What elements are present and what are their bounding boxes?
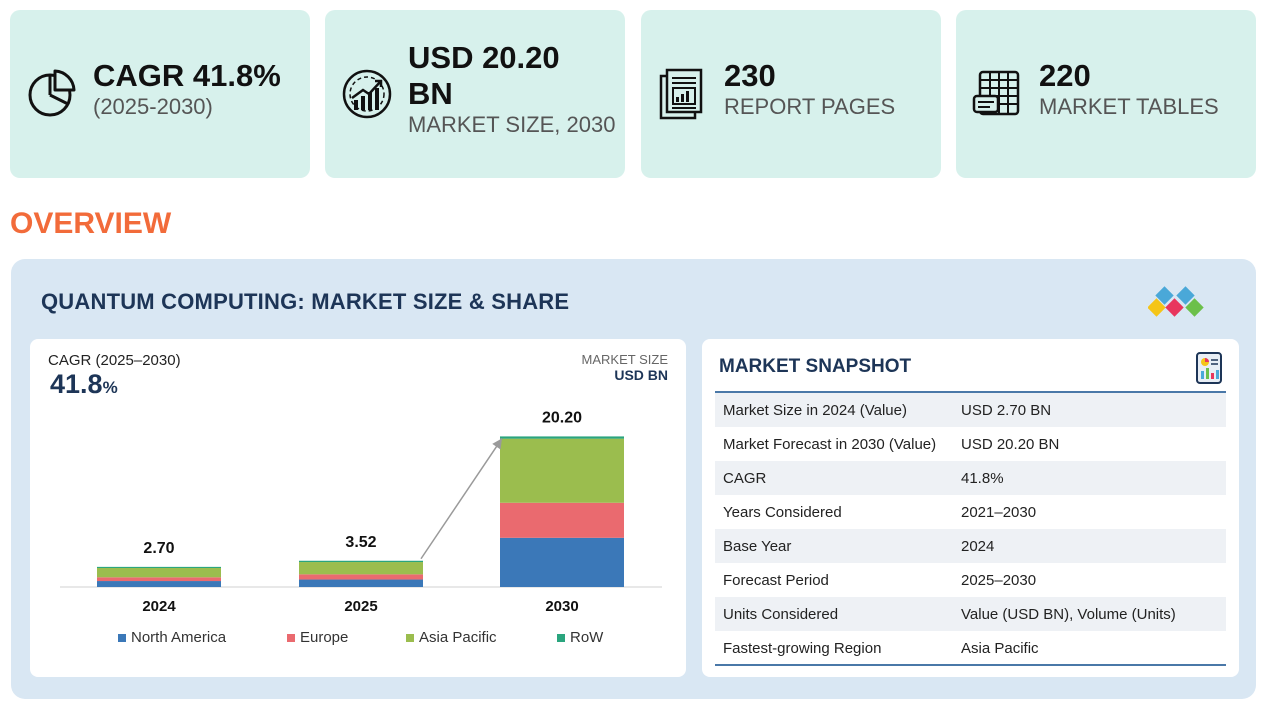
chart-legend: North America Europe Asia Pacific RoW [118,629,638,649]
table-row: Fastest-growing Region Asia Pacific [715,631,1226,665]
legend-swatch [287,633,295,642]
market-size-panel: QUANTUM COMPUTING: MARKET SIZE & SHARE C… [11,259,1256,699]
legend-item-north-america: North America [118,629,226,646]
x-tick-label-2024: 2024 [142,598,176,615]
row-key: Market Size in 2024 (Value) [723,401,907,419]
legend-swatch [557,633,565,642]
bar-segment-2025-row [299,560,423,563]
snapshot-table: Market Size in 2024 (Value) USD 2.70 BN M… [715,393,1226,665]
row-value: USD 2.70 BN [961,401,1052,419]
row-key: Units Considered [723,605,839,623]
legend-label: RoW [570,629,604,646]
market-snapshot: MARKET SNAPSHOT Market Size in 2024 (Val… [702,339,1239,677]
stat-label: (2025-2030) [93,94,213,119]
growth-chart-icon [342,69,392,119]
x-tick-label-2030: 2030 [545,598,578,615]
bar-segment-2025-asia-pacific [299,562,423,575]
row-key: Years Considered [723,503,842,521]
table-row: Years Considered 2021–2030 [715,495,1226,529]
stat-card-cagr: CAGR 41.8% (2025-2030) [10,10,310,178]
table-row: Base Year 2024 [715,529,1226,563]
row-value: USD 20.20 BN [961,435,1060,453]
stat-card-report-pages: 230 REPORT PAGES [641,10,941,178]
stat-value: CAGR 41.8% [93,58,281,93]
row-key: Forecast Period [723,571,829,589]
bar-segment-2025-north-america [299,579,423,587]
stacked-bar-chart: 2.70 2024 3.52 2025 20.20 2030 [60,409,662,615]
table-row: Units Considered Value (USD BN), Volume (… [715,597,1226,631]
x-tick-label-2025: 2025 [344,598,377,615]
report-pages-icon [659,68,703,120]
row-value: 41.8% [961,469,1004,487]
table-row: Market Size in 2024 (Value) USD 2.70 BN [715,393,1226,427]
stat-label: REPORT PAGES [724,94,896,119]
row-key: CAGR [723,469,767,487]
legend-label: Europe [300,629,349,646]
legend-swatch [118,633,126,642]
row-key: Fastest-growing Region [723,639,882,657]
bar-segment-2025-europe [299,574,423,580]
legend-label: Asia Pacific [419,629,497,646]
row-value: 2021–2030 [961,503,1037,521]
bar-segment-2024-asia-pacific [97,567,221,578]
market-size-chart: CAGR (2025–2030) 41.8% MARKET SIZE USD B… [30,339,686,677]
stat-value: 220 [1039,58,1091,93]
legend-item-row: RoW [557,629,603,646]
legend-swatch [406,633,414,642]
report-dashboard-icon [1196,352,1222,384]
stat-label: MARKET SIZE, 2030 [408,112,616,137]
growth-arrow-line [420,437,503,560]
panel-title: QUANTUM COMPUTING: MARKET SIZE & SHARE [41,289,570,314]
legend-item-asia-pacific: Asia Pacific [406,629,497,646]
legend-label: North America [131,629,227,646]
bar-segment-2024-row [97,566,221,568]
snapshot-title: MARKET SNAPSHOT [719,356,912,377]
market-tables-icon [972,70,1020,116]
overview-heading: OVERVIEW [10,207,172,240]
pie-chart-icon [28,69,76,117]
stat-card-market-tables: 220 MARKET TABLES [956,10,1256,178]
stat-value-line2: BN [408,76,453,111]
bar-segment-2030-row [500,436,624,439]
legend-item-europe: Europe [287,629,348,646]
row-key: Base Year [723,537,792,555]
table-row: Market Forecast in 2030 (Value) USD 20.20… [715,427,1226,461]
row-value: 2025–2030 [961,571,1037,589]
row-key: Market Forecast in 2030 (Value) [723,435,937,453]
bar-segment-2030-north-america [500,537,624,587]
brand-logo-icon [1148,286,1204,317]
bar-segment-2024-europe [97,577,221,582]
data-label-2024: 2.70 [143,540,174,557]
stat-value: 230 [724,58,776,93]
snapshot-divider [715,664,1226,666]
row-value: Value (USD BN), Volume (Units) [961,605,1176,623]
data-label-2030: 20.20 [542,409,582,426]
stat-card-market-size: USD 20.20 BN MARKET SIZE, 2030 [325,10,625,178]
bar-segment-2024-north-america [97,581,221,587]
table-row: CAGR 41.8% [715,461,1226,495]
data-label-2025: 3.52 [345,534,376,551]
bar-segment-2030-europe [500,502,624,538]
row-value: Asia Pacific [961,639,1039,657]
bar-segment-2030-asia-pacific [500,438,624,503]
table-row: Forecast Period 2025–2030 [715,563,1226,597]
row-value: 2024 [961,537,995,555]
stat-value-line1: USD 20.20 [408,40,560,75]
stat-label: MARKET TABLES [1039,94,1219,119]
growth-arrow-head [492,438,502,450]
